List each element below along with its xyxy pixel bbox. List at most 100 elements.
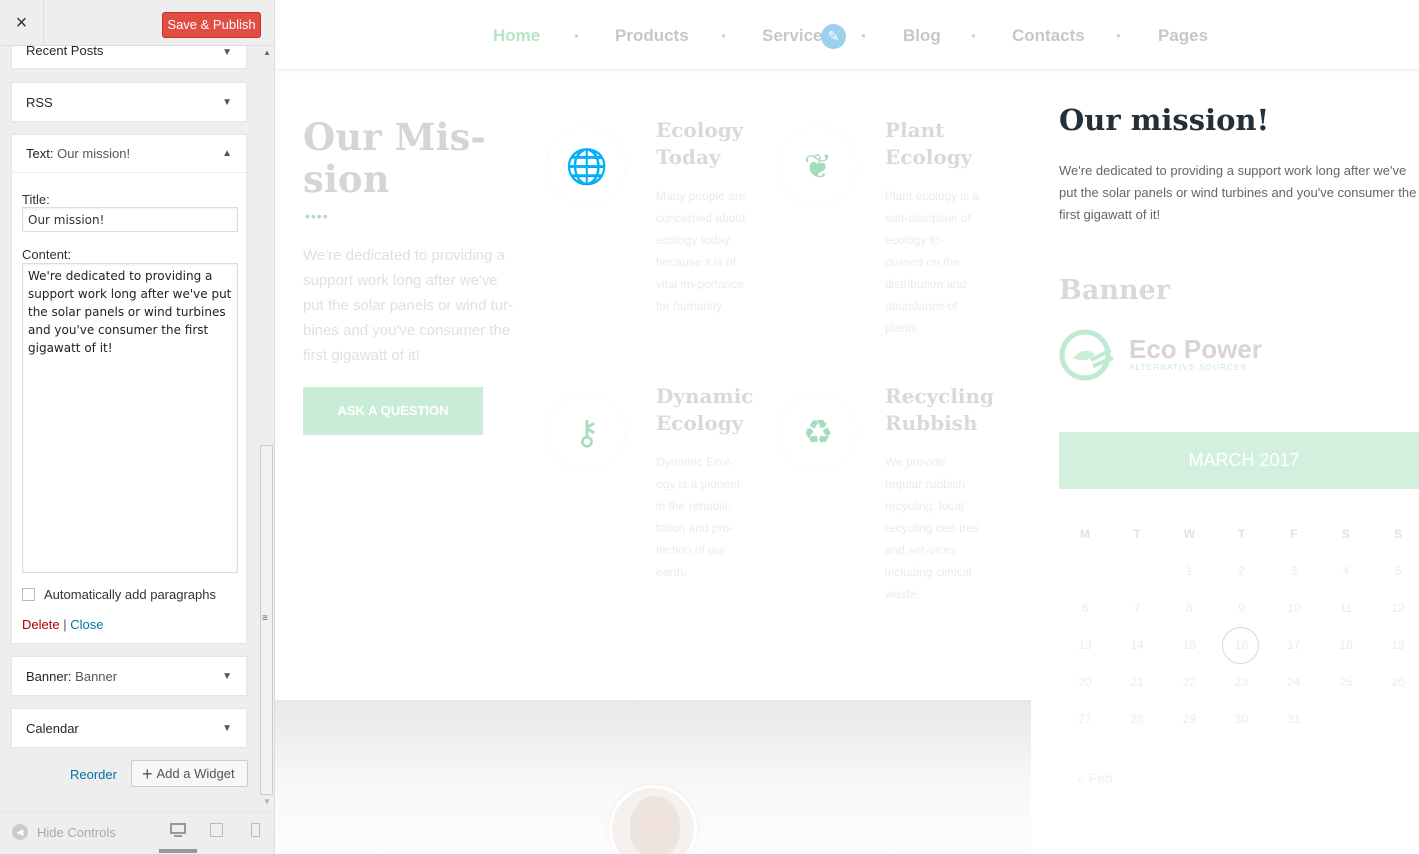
scroll-down-arrow-icon[interactable]: ▼ — [263, 797, 271, 806]
sidebar-mission-title: Our mission! — [1059, 103, 1270, 137]
separator: | — [63, 617, 67, 632]
calendar-weekday: T — [1133, 527, 1141, 541]
nav-separator: ● — [861, 31, 866, 40]
active-device-indicator — [159, 849, 197, 853]
calendar-day[interactable]: 8 — [1163, 601, 1215, 615]
calendar-day[interactable]: 2 — [1216, 564, 1268, 578]
expand-arrow-icon[interactable]: ▼ — [222, 97, 232, 108]
calendar-day[interactable]: 18 — [1320, 638, 1372, 652]
eco-power-logo-icon — [1059, 329, 1114, 381]
customizer-panel: Recent Posts ▼ RSS ▼ Text: Our mission! … — [0, 0, 275, 854]
leaf-icon: ❦ — [777, 126, 857, 206]
calendar-day[interactable]: 1 — [1163, 564, 1215, 578]
calendar-day[interactable]: 23 — [1216, 675, 1268, 689]
calendar-day[interactable]: 11 — [1320, 601, 1372, 615]
recycle-bin-icon: ♻ — [777, 392, 857, 472]
widget-header[interactable]: Calendar ▼ — [12, 709, 246, 747]
feature-text: Plant ecology is a sub-discipline of eco… — [885, 189, 980, 335]
widget-calendar[interactable]: Calendar ▼ — [11, 708, 247, 748]
mobile-preview-icon[interactable] — [251, 823, 260, 837]
close-customizer-icon[interactable]: × — [0, 0, 44, 46]
expand-arrow-icon[interactable]: ▼ — [222, 47, 232, 58]
widget-title: RSS — [26, 94, 53, 110]
title-input[interactable] — [22, 207, 238, 232]
desktop-preview-icon[interactable] — [170, 823, 186, 837]
plus-icon: + — [142, 764, 153, 784]
autop-checkbox[interactable] — [22, 588, 35, 601]
nav-separator: ● — [971, 31, 976, 40]
calendar-day[interactable]: 21 — [1111, 675, 1163, 689]
pencil-icon[interactable]: ✎ — [821, 24, 846, 49]
feature-title: Ecology Today — [656, 118, 744, 169]
widget-header[interactable]: Text: Our mission! ▲ — [12, 135, 246, 173]
feature-text: We provide regular rubbish recycling, lo… — [885, 455, 980, 601]
calendar-day[interactable]: 17 — [1268, 638, 1320, 652]
nav-item-pages[interactable]: Pages — [1158, 26, 1208, 46]
content-textarea[interactable]: We're dedicated to providing a support w… — [22, 263, 238, 573]
expand-arrow-icon[interactable]: ▼ — [222, 671, 232, 682]
nav-item-products[interactable]: Products — [615, 26, 689, 46]
calendar-day[interactable]: 14 — [1111, 638, 1163, 652]
reorder-link[interactable]: Reorder — [70, 767, 117, 782]
nav-separator: ● — [574, 31, 579, 40]
expand-arrow-icon[interactable]: ▼ — [222, 723, 232, 734]
widget-header[interactable]: Banner: Banner ▼ — [12, 657, 246, 695]
calendar-day[interactable]: 12 — [1372, 601, 1419, 615]
autop-option[interactable]: Automatically add paragraphs — [22, 587, 216, 602]
calendar-day[interactable]: 13 — [1059, 638, 1111, 652]
widget-rss[interactable]: RSS ▼ — [11, 82, 247, 122]
add-widget-button[interactable]: + Add a Widget — [131, 760, 248, 787]
widget-type: Text: — [26, 146, 54, 161]
calendar-day[interactable]: 10 — [1268, 601, 1320, 615]
widget-header[interactable]: RSS ▼ — [12, 83, 246, 121]
logo-name: Eco Power — [1129, 334, 1262, 364]
save-publish-button[interactable]: Save & Publish — [162, 12, 261, 38]
logo-subtitle: ALTERNATIVE SOURCES — [1129, 363, 1248, 372]
tablet-preview-icon[interactable] — [210, 823, 223, 837]
ask-question-button[interactable]: ASK A QUESTION — [303, 387, 483, 435]
scroll-up-arrow-icon[interactable]: ▲ — [263, 48, 271, 57]
feature-title: Plant Ecology — [885, 118, 973, 169]
calendar-day[interactable]: 19 — [1372, 638, 1419, 652]
calendar-weekday: S — [1341, 527, 1350, 541]
calendar-weekday: W — [1183, 527, 1196, 541]
collapse-circle-icon: ◀ — [12, 824, 28, 840]
calendar-day[interactable]: 22 — [1163, 675, 1215, 689]
calendar-weekday: F — [1290, 527, 1298, 541]
hide-controls-label: Hide Controls — [37, 824, 116, 840]
title-label: Title: — [22, 192, 50, 207]
bulb-icon: ⚷ — [546, 392, 626, 472]
widget-actions: Delete | Close — [22, 617, 103, 632]
hide-controls-button[interactable]: ◀ Hide Controls — [12, 824, 116, 840]
nav-item-home[interactable]: Home — [493, 26, 540, 46]
calendar-day[interactable]: 26 — [1372, 675, 1419, 689]
close-link[interactable]: Close — [70, 617, 103, 632]
globe-icon: 🌐 — [546, 126, 626, 206]
collapse-arrow-icon[interactable]: ▲ — [222, 148, 232, 159]
calendar-day[interactable]: 31 — [1268, 712, 1320, 726]
calendar-day[interactable]: 3 — [1268, 564, 1320, 578]
nav-item-service[interactable]: Service — [762, 26, 823, 46]
calendar-day[interactable]: 9 — [1216, 601, 1268, 615]
add-widget-label: Add a Widget — [156, 766, 235, 781]
calendar-day[interactable]: 4 — [1320, 564, 1372, 578]
calendar-month-header: MARCH 2017 — [1059, 432, 1419, 489]
calendar-day[interactable]: 6 — [1059, 601, 1111, 615]
calendar-day[interactable]: 30 — [1216, 712, 1268, 726]
calendar-day[interactable]: 5 — [1372, 564, 1419, 578]
calendar-day[interactable]: 27 — [1059, 712, 1111, 726]
calendar-day[interactable]: 20 — [1059, 675, 1111, 689]
calendar-prev-month-link[interactable]: « Feb — [1077, 770, 1113, 786]
nav-item-contacts[interactable]: Contacts — [1012, 26, 1085, 46]
calendar-day[interactable]: 24 — [1268, 675, 1320, 689]
delete-link[interactable]: Delete — [22, 617, 60, 632]
calendar-day[interactable]: 7 — [1111, 601, 1163, 615]
calendar-day[interactable]: 29 — [1163, 712, 1215, 726]
nav-item-blog[interactable]: Blog — [903, 26, 941, 46]
widget-banner[interactable]: Banner: Banner ▼ — [11, 656, 247, 696]
calendar-day[interactable]: 25 — [1320, 675, 1372, 689]
calendar-weekday: S — [1394, 527, 1403, 541]
feature-title: Recycling Rubbish — [885, 384, 995, 435]
calendar-day[interactable]: 15 — [1163, 638, 1215, 652]
calendar-day[interactable]: 28 — [1111, 712, 1163, 726]
